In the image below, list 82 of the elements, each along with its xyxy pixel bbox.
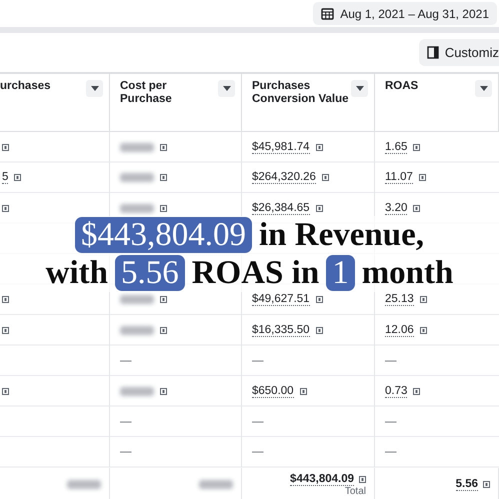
info-icon[interactable]: [160, 204, 167, 212]
total-value: $443,804.09: [290, 472, 354, 486]
column-menu-button[interactable]: [218, 80, 235, 97]
caret-icon: [356, 86, 364, 91]
info-icon[interactable]: [316, 296, 323, 304]
info-icon[interactable]: [413, 204, 420, 212]
column-menu-button[interactable]: [86, 80, 103, 97]
blurred-value: [120, 204, 154, 213]
caret-icon: [222, 86, 230, 91]
info-icon[interactable]: [160, 174, 167, 182]
column-header: Cost per Purchase: [120, 80, 173, 106]
table-cell: —: [385, 354, 396, 367]
date-range-button[interactable]: Aug 1, 2021 – Aug 31, 2021: [313, 2, 497, 25]
highlighted-number: $443,804.09: [75, 217, 252, 253]
headline-text: with: [46, 255, 108, 291]
info-icon[interactable]: [420, 326, 427, 334]
blurred-value: [199, 480, 233, 489]
info-icon[interactable]: [160, 296, 167, 304]
info-icon[interactable]: [413, 388, 420, 395]
total-caption: Total: [344, 486, 366, 496]
info-icon[interactable]: [14, 174, 22, 182]
caret-icon: [90, 86, 98, 91]
blurred-value: [67, 480, 101, 489]
blurred-value: [120, 173, 154, 182]
blurred-value: [120, 295, 154, 304]
info-icon[interactable]: [316, 144, 323, 151]
table-cell: $49,627.51: [252, 293, 310, 306]
total-value: 5.56: [456, 478, 478, 491]
info-icon[interactable]: [2, 144, 9, 151]
info-icon[interactable]: [418, 174, 426, 182]
customize-button[interactable]: Customiz: [418, 39, 499, 66]
column-header: urchases: [0, 80, 51, 93]
table-cell: —: [252, 416, 264, 428]
info-icon[interactable]: [322, 174, 329, 182]
info-icon[interactable]: [2, 326, 9, 334]
table-cell: 0.73: [385, 384, 408, 398]
headline-text: month: [362, 255, 454, 291]
table-cell: 25.13: [385, 293, 414, 306]
table-cell: $16,335.50: [252, 324, 310, 337]
table-cell: $26,384.65: [252, 202, 310, 215]
info-icon[interactable]: [316, 326, 323, 334]
column-menu-button[interactable]: [351, 80, 368, 97]
info-icon[interactable]: [2, 204, 9, 212]
table-cell: $650.00: [252, 384, 294, 398]
table-cell: —: [385, 446, 396, 458]
info-icon[interactable]: [160, 144, 167, 151]
table-cell: —: [120, 354, 132, 367]
table-cell: 12.06: [385, 324, 414, 337]
info-icon[interactable]: [413, 144, 420, 151]
blurred-value: [120, 326, 154, 335]
caret-icon: [480, 86, 488, 91]
table-cell: —: [120, 446, 132, 458]
info-icon[interactable]: [160, 326, 167, 334]
table-cell: 1.65: [385, 140, 408, 154]
table-cell: —: [252, 354, 264, 367]
blurred-value: [120, 142, 154, 152]
info-icon[interactable]: [420, 296, 427, 304]
column-menu-button[interactable]: [475, 80, 492, 97]
column-header: ROAS: [385, 80, 418, 93]
highlighted-number: 5.56: [114, 255, 185, 291]
table-cell: —: [385, 416, 396, 428]
column-header: Purchases Conversion Value: [252, 80, 350, 106]
table-cell: 3.20: [385, 202, 408, 215]
calendar-icon: [321, 8, 334, 20]
info-icon[interactable]: [300, 388, 307, 395]
table-cell: $264,320.26: [252, 171, 316, 184]
info-icon[interactable]: [483, 481, 490, 488]
headline-text: ROAS in: [192, 255, 320, 291]
info-icon[interactable]: [359, 476, 366, 482]
table-cell: 5: [2, 171, 8, 184]
info-icon[interactable]: [2, 388, 9, 395]
table-cell: $45,981.74: [252, 140, 310, 154]
info-icon[interactable]: [316, 204, 323, 212]
highlighted-number: 1: [326, 255, 355, 291]
blurred-value: [120, 386, 154, 396]
info-icon[interactable]: [160, 388, 167, 395]
table-cell: —: [252, 446, 264, 458]
table-cell: —: [120, 416, 132, 428]
info-icon[interactable]: [2, 296, 9, 304]
columns-icon: [426, 46, 439, 59]
table-cell: 11.07: [385, 171, 413, 184]
headline-text: in Revenue,: [259, 217, 424, 253]
